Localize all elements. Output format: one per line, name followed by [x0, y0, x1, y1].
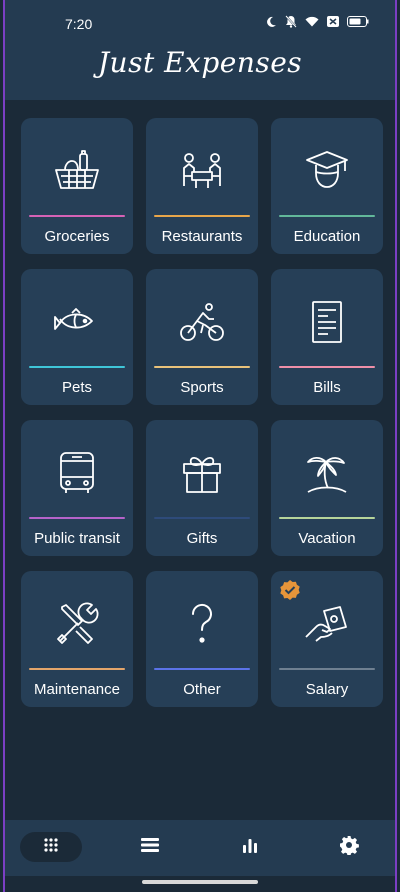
money-hand-icon	[302, 599, 352, 649]
tools-icon	[52, 599, 102, 649]
list-icon	[141, 837, 159, 858]
category-tile-sports[interactable]: Sports	[146, 269, 258, 405]
category-accent-line	[29, 215, 125, 217]
moon-icon	[265, 16, 277, 28]
graduation-cap-icon	[302, 146, 352, 196]
category-tile-pets[interactable]: Pets	[21, 269, 133, 405]
category-label: Maintenance	[34, 681, 120, 698]
gift-icon	[177, 448, 227, 498]
category-accent-line	[279, 517, 375, 519]
category-label: Pets	[61, 379, 92, 396]
battery-icon	[347, 16, 369, 27]
category-accent-line	[29, 366, 125, 368]
category-accent-line	[29, 668, 125, 670]
category-tile-gifts[interactable]: Gifts	[146, 420, 258, 556]
check-badge-icon	[279, 579, 301, 601]
app-title: Just Expenses	[97, 46, 303, 79]
nav-categories-button[interactable]	[20, 832, 82, 862]
nav-statistics-button[interactable]	[219, 832, 281, 862]
bar-chart-icon	[242, 837, 258, 858]
nav-list-button[interactable]	[119, 832, 181, 862]
bottom-navigation	[5, 820, 395, 876]
category-accent-line	[279, 668, 375, 670]
category-label: Bills	[313, 379, 341, 396]
category-label: Restaurants	[161, 228, 243, 245]
category-tile-restaurants[interactable]: Restaurants	[146, 118, 258, 254]
category-accent-line	[154, 215, 250, 217]
category-accent-line	[29, 517, 125, 519]
category-tile-vacation[interactable]: Vacation	[271, 420, 383, 556]
nav-settings-button[interactable]	[318, 832, 380, 862]
home-indicator[interactable]	[142, 880, 258, 884]
battery-saver-icon	[327, 16, 339, 27]
category-accent-line	[154, 517, 250, 519]
category-accent-line	[279, 215, 375, 217]
category-label: Salary	[305, 681, 349, 698]
restaurant-table-icon	[177, 146, 227, 196]
bus-icon	[52, 448, 102, 498]
category-accent-line	[154, 668, 250, 670]
category-label: Sports	[180, 379, 224, 396]
category-tile-bills[interactable]: Bills	[271, 269, 383, 405]
question-mark-icon	[177, 599, 227, 649]
cyclist-icon	[177, 297, 227, 347]
wifi-icon	[305, 16, 319, 27]
category-label: Gifts	[186, 530, 218, 547]
category-label: Education	[293, 228, 361, 245]
category-label: Groceries	[44, 228, 110, 245]
category-grid: Groceries Restaurants Education Pets Spo…	[21, 118, 383, 707]
palm-tree-icon	[302, 448, 352, 498]
category-accent-line	[154, 366, 250, 368]
fish-icon	[52, 297, 102, 347]
status-icons	[265, 15, 369, 28]
bell-off-icon	[285, 15, 297, 28]
category-label: Other	[183, 681, 221, 698]
category-tile-groceries[interactable]: Groceries	[21, 118, 133, 254]
status-time: 7:20	[65, 16, 93, 32]
grocery-basket-icon	[52, 146, 102, 196]
grid-icon	[43, 837, 59, 858]
category-tile-maintenance[interactable]: Maintenance	[21, 571, 133, 707]
app-header: 7:20 Just Expenses	[5, 0, 395, 100]
category-tile-salary[interactable]: Salary	[271, 571, 383, 707]
status-bar: 7:20	[5, 0, 395, 48]
category-label: Public transit	[34, 530, 120, 547]
category-tile-education[interactable]: Education	[271, 118, 383, 254]
category-label: Vacation	[298, 530, 356, 547]
bill-document-icon	[302, 297, 352, 347]
category-tile-public-transit[interactable]: Public transit	[21, 420, 133, 556]
app-screen: 7:20 Just Expenses Groceries Restaurants…	[3, 0, 397, 892]
gear-icon	[339, 835, 359, 860]
category-accent-line	[279, 366, 375, 368]
category-tile-other[interactable]: Other	[146, 571, 258, 707]
